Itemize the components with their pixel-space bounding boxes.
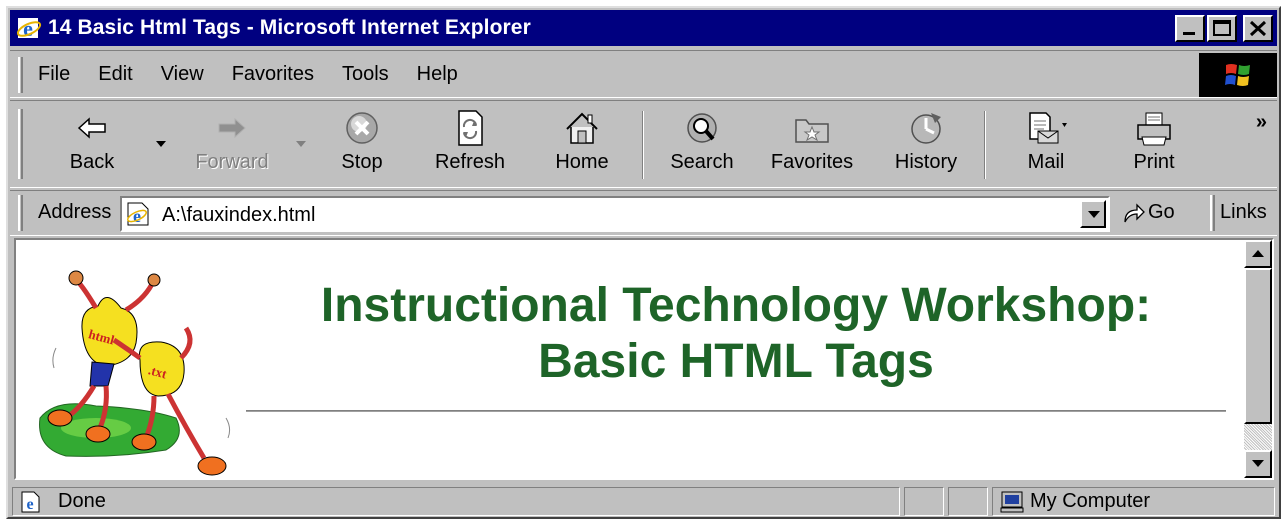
scrollbar-thumb[interactable]: [1244, 268, 1272, 424]
maximize-button[interactable]: [1207, 15, 1237, 42]
windows-flag-icon: [1225, 64, 1250, 86]
scroll-up-button[interactable]: [1244, 240, 1272, 268]
menu-tools[interactable]: Tools: [342, 63, 389, 86]
search-button[interactable]: Search: [652, 105, 752, 185]
addressbar-grip[interactable]: [18, 195, 23, 231]
menu-file[interactable]: File: [38, 63, 70, 86]
status-pane-security: [948, 487, 988, 516]
windows-logo: [1199, 53, 1277, 97]
svg-text:e: e: [26, 496, 33, 513]
heading-line-2: Basic HTML Tags: [538, 335, 934, 388]
home-button[interactable]: Home: [532, 105, 632, 185]
toolbar-separator: [984, 111, 986, 179]
home-icon: [566, 112, 598, 144]
menu-favorites[interactable]: Favorites: [232, 63, 314, 86]
close-icon: [1249, 20, 1267, 37]
links-grip[interactable]: [1210, 195, 1215, 231]
refresh-button[interactable]: Refresh: [420, 105, 520, 185]
go-label: Go: [1148, 201, 1175, 223]
status-bar: e Done My Computer: [10, 486, 1277, 517]
mascot-clipart-image: html .txt: [39, 270, 231, 476]
browser-window: e 14 Basic Html Tags - Microsoft Interne…: [6, 6, 1281, 519]
history-button[interactable]: History: [876, 105, 976, 185]
forward-arrow-icon: [218, 117, 246, 139]
forward-button[interactable]: Forward: [182, 105, 282, 185]
page-content: html .txt Instructional Technology Works…: [14, 238, 1274, 480]
print-icon: [1137, 112, 1171, 146]
back-button[interactable]: Back: [42, 105, 142, 185]
scroll-down-button[interactable]: [1244, 450, 1272, 478]
mail-icon: [1029, 112, 1067, 144]
favorites-button[interactable]: Favorites: [762, 105, 862, 185]
maximize-icon: [1213, 20, 1231, 36]
horizontal-rule: [246, 410, 1226, 413]
page-done-icon: e: [21, 491, 40, 513]
address-value: A:\fauxindex.html: [162, 204, 316, 226]
vertical-scrollbar[interactable]: [1244, 240, 1272, 478]
back-dropdown-arrow[interactable]: [156, 141, 166, 147]
svg-text:e: e: [23, 16, 33, 41]
go-button[interactable]: Go: [1122, 201, 1175, 224]
back-arrow-icon: [77, 117, 106, 139]
menu-bar: File Edit View Favorites Tools Help: [10, 50, 1277, 98]
address-dropdown-button[interactable]: [1080, 200, 1106, 228]
go-arrow-icon: [1124, 202, 1145, 222]
toolbar-separator: [642, 111, 644, 179]
search-icon: [687, 113, 717, 143]
menu-edit[interactable]: Edit: [98, 63, 132, 86]
standard-toolbar: Back Forward Stop Refresh Home Search Fa…: [10, 100, 1277, 188]
minimize-button[interactable]: [1175, 15, 1205, 42]
security-zone-label: My Computer: [1030, 490, 1151, 512]
print-button[interactable]: Print: [1104, 105, 1204, 185]
heading-line-1: Instructional Technology Workshop:: [320, 279, 1152, 332]
address-input[interactable]: e A:\fauxindex.html: [120, 196, 1110, 232]
status-pane-main: e: [12, 487, 900, 516]
close-button[interactable]: [1243, 15, 1273, 42]
forward-dropdown-arrow[interactable]: [296, 141, 306, 147]
svg-text:e: e: [133, 206, 141, 226]
status-text: Done: [58, 490, 106, 512]
address-bar: Address e A:\fauxindex.html Go Links: [10, 190, 1277, 236]
page-heading: Instructional Technology Workshop: Basic…: [256, 278, 1216, 390]
my-computer-icon: [1000, 491, 1024, 513]
stop-button[interactable]: Stop: [312, 105, 412, 185]
refresh-icon: [458, 110, 483, 146]
toolbar-grip[interactable]: [18, 109, 23, 179]
toolbar-more-chevron[interactable]: »: [1256, 111, 1267, 134]
status-pane-progress: [904, 487, 944, 516]
menu-help[interactable]: Help: [417, 63, 458, 86]
address-label: Address: [38, 201, 112, 223]
links-button[interactable]: Links: [1220, 201, 1267, 224]
stop-icon: [346, 112, 378, 144]
mail-button[interactable]: Mail: [996, 105, 1096, 185]
history-icon: [911, 113, 941, 144]
minimize-icon: [1183, 32, 1195, 35]
menu-view[interactable]: View: [161, 63, 204, 86]
title-bar[interactable]: e 14 Basic Html Tags - Microsoft Interne…: [10, 10, 1277, 46]
window-title: 14 Basic Html Tags - Microsoft Internet …: [48, 16, 531, 39]
ie-logo-icon: e: [16, 16, 42, 41]
favorites-folder-icon: [795, 119, 829, 143]
page-ie-icon: e: [127, 202, 149, 226]
menubar-grip[interactable]: [18, 57, 23, 93]
